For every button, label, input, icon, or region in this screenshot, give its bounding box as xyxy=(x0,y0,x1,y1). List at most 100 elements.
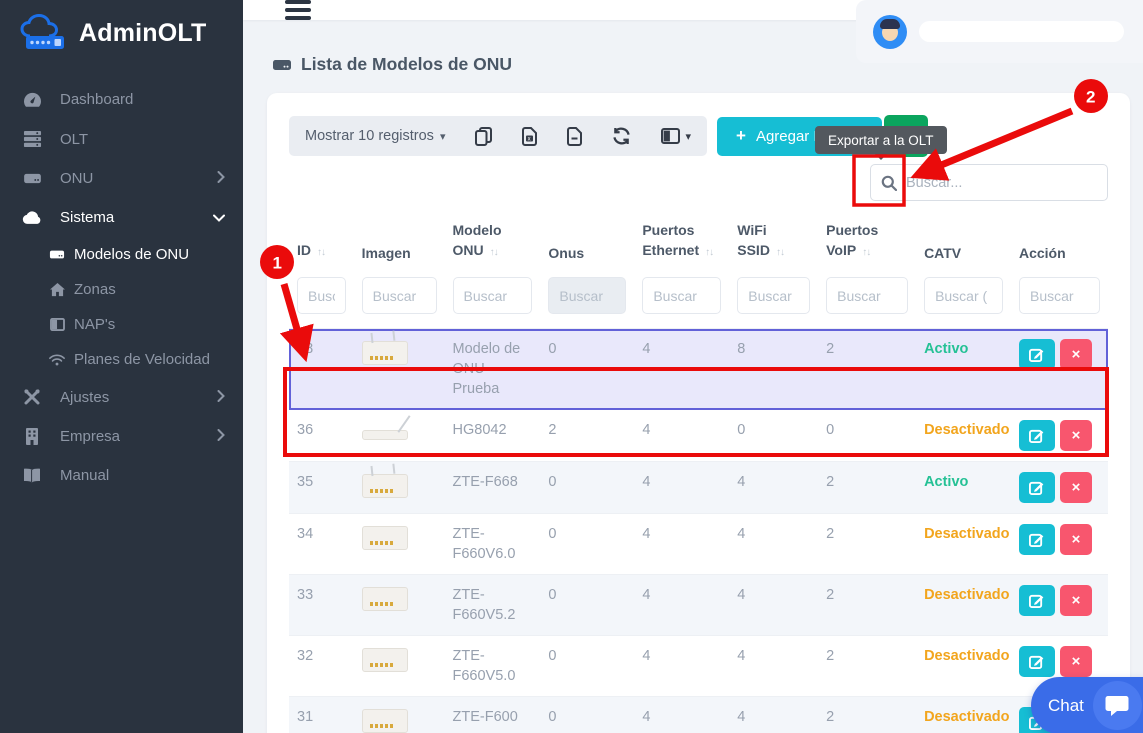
delete-button[interactable]: × xyxy=(1060,472,1092,503)
column-header-modelo-onu[interactable]: Modelo ONU↑↓ xyxy=(445,216,541,273)
cell-modelo: ZTE-F660V5.2 xyxy=(445,575,541,636)
caret-down-icon: ▾ xyxy=(440,130,446,143)
edit-button[interactable] xyxy=(1019,585,1055,616)
delete-button[interactable]: × xyxy=(1060,585,1092,616)
filter-input-ethernet[interactable] xyxy=(642,277,721,314)
sidebar-item-label: Planes de Velocidad xyxy=(74,351,210,368)
close-icon: × xyxy=(1072,653,1081,670)
hamburger-menu-icon[interactable] xyxy=(285,0,311,20)
sidebar-item-label: Dashboard xyxy=(60,91,133,108)
building-icon xyxy=(20,428,44,445)
table-body: 38 Modelo de ONU Prueba 0 4 8 2 Activo xyxy=(289,329,1108,733)
sidebar-item-empresa[interactable]: Empresa xyxy=(0,417,243,456)
book-icon xyxy=(20,468,44,483)
brand-name: AdminOLT xyxy=(79,19,207,48)
excel-export-button[interactable]: x xyxy=(522,127,537,146)
cell-imagen xyxy=(354,636,445,697)
table-row[interactable]: 35 ZTE-F668 0 4 4 2 Activo xyxy=(289,462,1108,514)
cloud-router-logo-icon xyxy=(18,14,70,52)
datatable-button-group: Mostrar 10 registros▾ x xyxy=(289,116,707,156)
onu-thumbnail-image xyxy=(362,474,408,498)
filter-input-accion[interactable] xyxy=(1019,277,1100,314)
brand-logo[interactable]: AdminOLT xyxy=(0,0,243,66)
sidebar-item-planes-de-velocidad[interactable]: Planes de Velocidad xyxy=(0,342,243,377)
search-row xyxy=(289,164,1108,201)
sidebar-item-label: OLT xyxy=(60,131,88,148)
filter-input-voip[interactable] xyxy=(826,277,908,314)
delete-button[interactable]: × xyxy=(1060,420,1092,451)
sort-icon[interactable]: ↑↓ xyxy=(776,247,784,258)
refresh-button[interactable] xyxy=(612,127,631,145)
export-tooltip: Exportar a la OLT xyxy=(815,126,947,154)
avatar[interactable] xyxy=(873,15,907,49)
user-panel[interactable] xyxy=(856,0,1143,63)
sidebar-nav: Dashboard OLT ONU xyxy=(0,80,243,495)
length-menu-dropdown[interactable]: Mostrar 10 registros▾ xyxy=(305,128,445,144)
sidebar-item-manual[interactable]: Manual xyxy=(0,456,243,495)
chat-widget-button[interactable]: Chat xyxy=(1031,677,1143,733)
table-row[interactable]: 32 ZTE-F660V5.0 0 4 4 2 Desactivado xyxy=(289,636,1108,697)
column-header-imagen: Imagen xyxy=(354,216,445,273)
sidebar-item-olt[interactable]: OLT xyxy=(0,119,243,159)
filter-input-id[interactable] xyxy=(297,277,346,314)
cell-ethernet: 4 xyxy=(634,636,729,697)
sidebar-item-modelos-de-onu[interactable]: Modelos de ONU xyxy=(0,237,243,272)
sidebar-item-naps[interactable]: NAP's xyxy=(0,307,243,342)
sidebar-item-onu[interactable]: ONU xyxy=(0,159,243,198)
close-icon: × xyxy=(1072,531,1081,548)
table-row[interactable]: 31 ZTE-F600 0 4 4 2 Desactivado xyxy=(289,697,1108,733)
cell-voip: 2 xyxy=(818,514,916,575)
cell-accion: × xyxy=(1011,462,1108,514)
sidebar-item-zonas[interactable]: Zonas xyxy=(0,272,243,307)
cell-modelo: Modelo de ONU Prueba xyxy=(445,329,541,410)
column-header-puertos-ethernet[interactable]: Puertos Ethernet↑↓ xyxy=(634,216,729,273)
cell-catv-status: Desactivado xyxy=(916,514,1011,575)
column-header-puertos-voip[interactable]: Puertos VoIP↑↓ xyxy=(818,216,916,273)
delete-button[interactable]: × xyxy=(1060,524,1092,555)
column-header-onus: Onus xyxy=(540,216,634,273)
column-header-id[interactable]: ID↑↓ xyxy=(289,216,354,273)
chevron-right-icon xyxy=(217,389,225,406)
cell-catv-status: Desactivado xyxy=(916,575,1011,636)
sort-icon[interactable]: ↑↓ xyxy=(490,247,498,258)
search-box[interactable] xyxy=(870,164,1108,201)
edit-button[interactable] xyxy=(1019,420,1055,451)
table-row[interactable]: 33 ZTE-F660V5.2 0 4 4 2 Desactivado xyxy=(289,575,1108,636)
sidebar-item-dashboard[interactable]: Dashboard xyxy=(0,80,243,119)
filter-input-wifi[interactable] xyxy=(737,277,810,314)
cell-imagen xyxy=(354,514,445,575)
cell-wifi: 4 xyxy=(729,575,818,636)
edit-button[interactable] xyxy=(1019,472,1055,503)
sort-icon[interactable]: ↑↓ xyxy=(705,247,713,258)
sidebar-item-label: Ajustes xyxy=(60,389,109,406)
sidebar-item-sistema[interactable]: Sistema xyxy=(0,198,243,237)
delete-button[interactable]: × xyxy=(1060,646,1092,677)
table-row[interactable]: 34 ZTE-F660V6.0 0 4 4 2 Desactivado xyxy=(289,514,1108,575)
sidebar-item-ajustes[interactable]: Ajustes xyxy=(0,377,243,417)
cell-accion: × xyxy=(1011,575,1108,636)
delete-button[interactable]: × xyxy=(1060,339,1092,370)
filter-input-imagen[interactable] xyxy=(362,277,437,314)
plus-icon: + xyxy=(736,126,746,146)
sort-icon[interactable]: ↑↓ xyxy=(317,247,325,258)
cell-wifi: 0 xyxy=(729,410,818,462)
sort-icon[interactable]: ↑↓ xyxy=(862,247,870,258)
edit-button[interactable] xyxy=(1019,646,1055,677)
filter-input-catv[interactable] xyxy=(924,277,1003,314)
cell-onus: 0 xyxy=(540,462,634,514)
cell-onus: 2 xyxy=(540,410,634,462)
column-header-wifi-ssid[interactable]: WiFi SSID↑↓ xyxy=(729,216,818,273)
copy-button[interactable] xyxy=(475,127,492,146)
column-header-catv: CATV xyxy=(916,216,1011,273)
filter-input-modelo[interactable] xyxy=(453,277,533,314)
column-visibility-button[interactable]: ▾ xyxy=(661,128,691,144)
edit-button[interactable] xyxy=(1019,524,1055,555)
cell-imagen xyxy=(354,410,445,462)
cell-modelo: ZTE-F600 xyxy=(445,697,541,733)
file-export-button[interactable] xyxy=(567,127,582,146)
table-row[interactable]: 38 Modelo de ONU Prueba 0 4 8 2 Activo xyxy=(289,329,1108,410)
search-input[interactable] xyxy=(906,175,1097,191)
cell-onus: 0 xyxy=(540,514,634,575)
edit-button[interactable] xyxy=(1019,339,1055,370)
table-row[interactable]: 36 HG8042 2 4 0 0 Desactivado xyxy=(289,410,1108,462)
